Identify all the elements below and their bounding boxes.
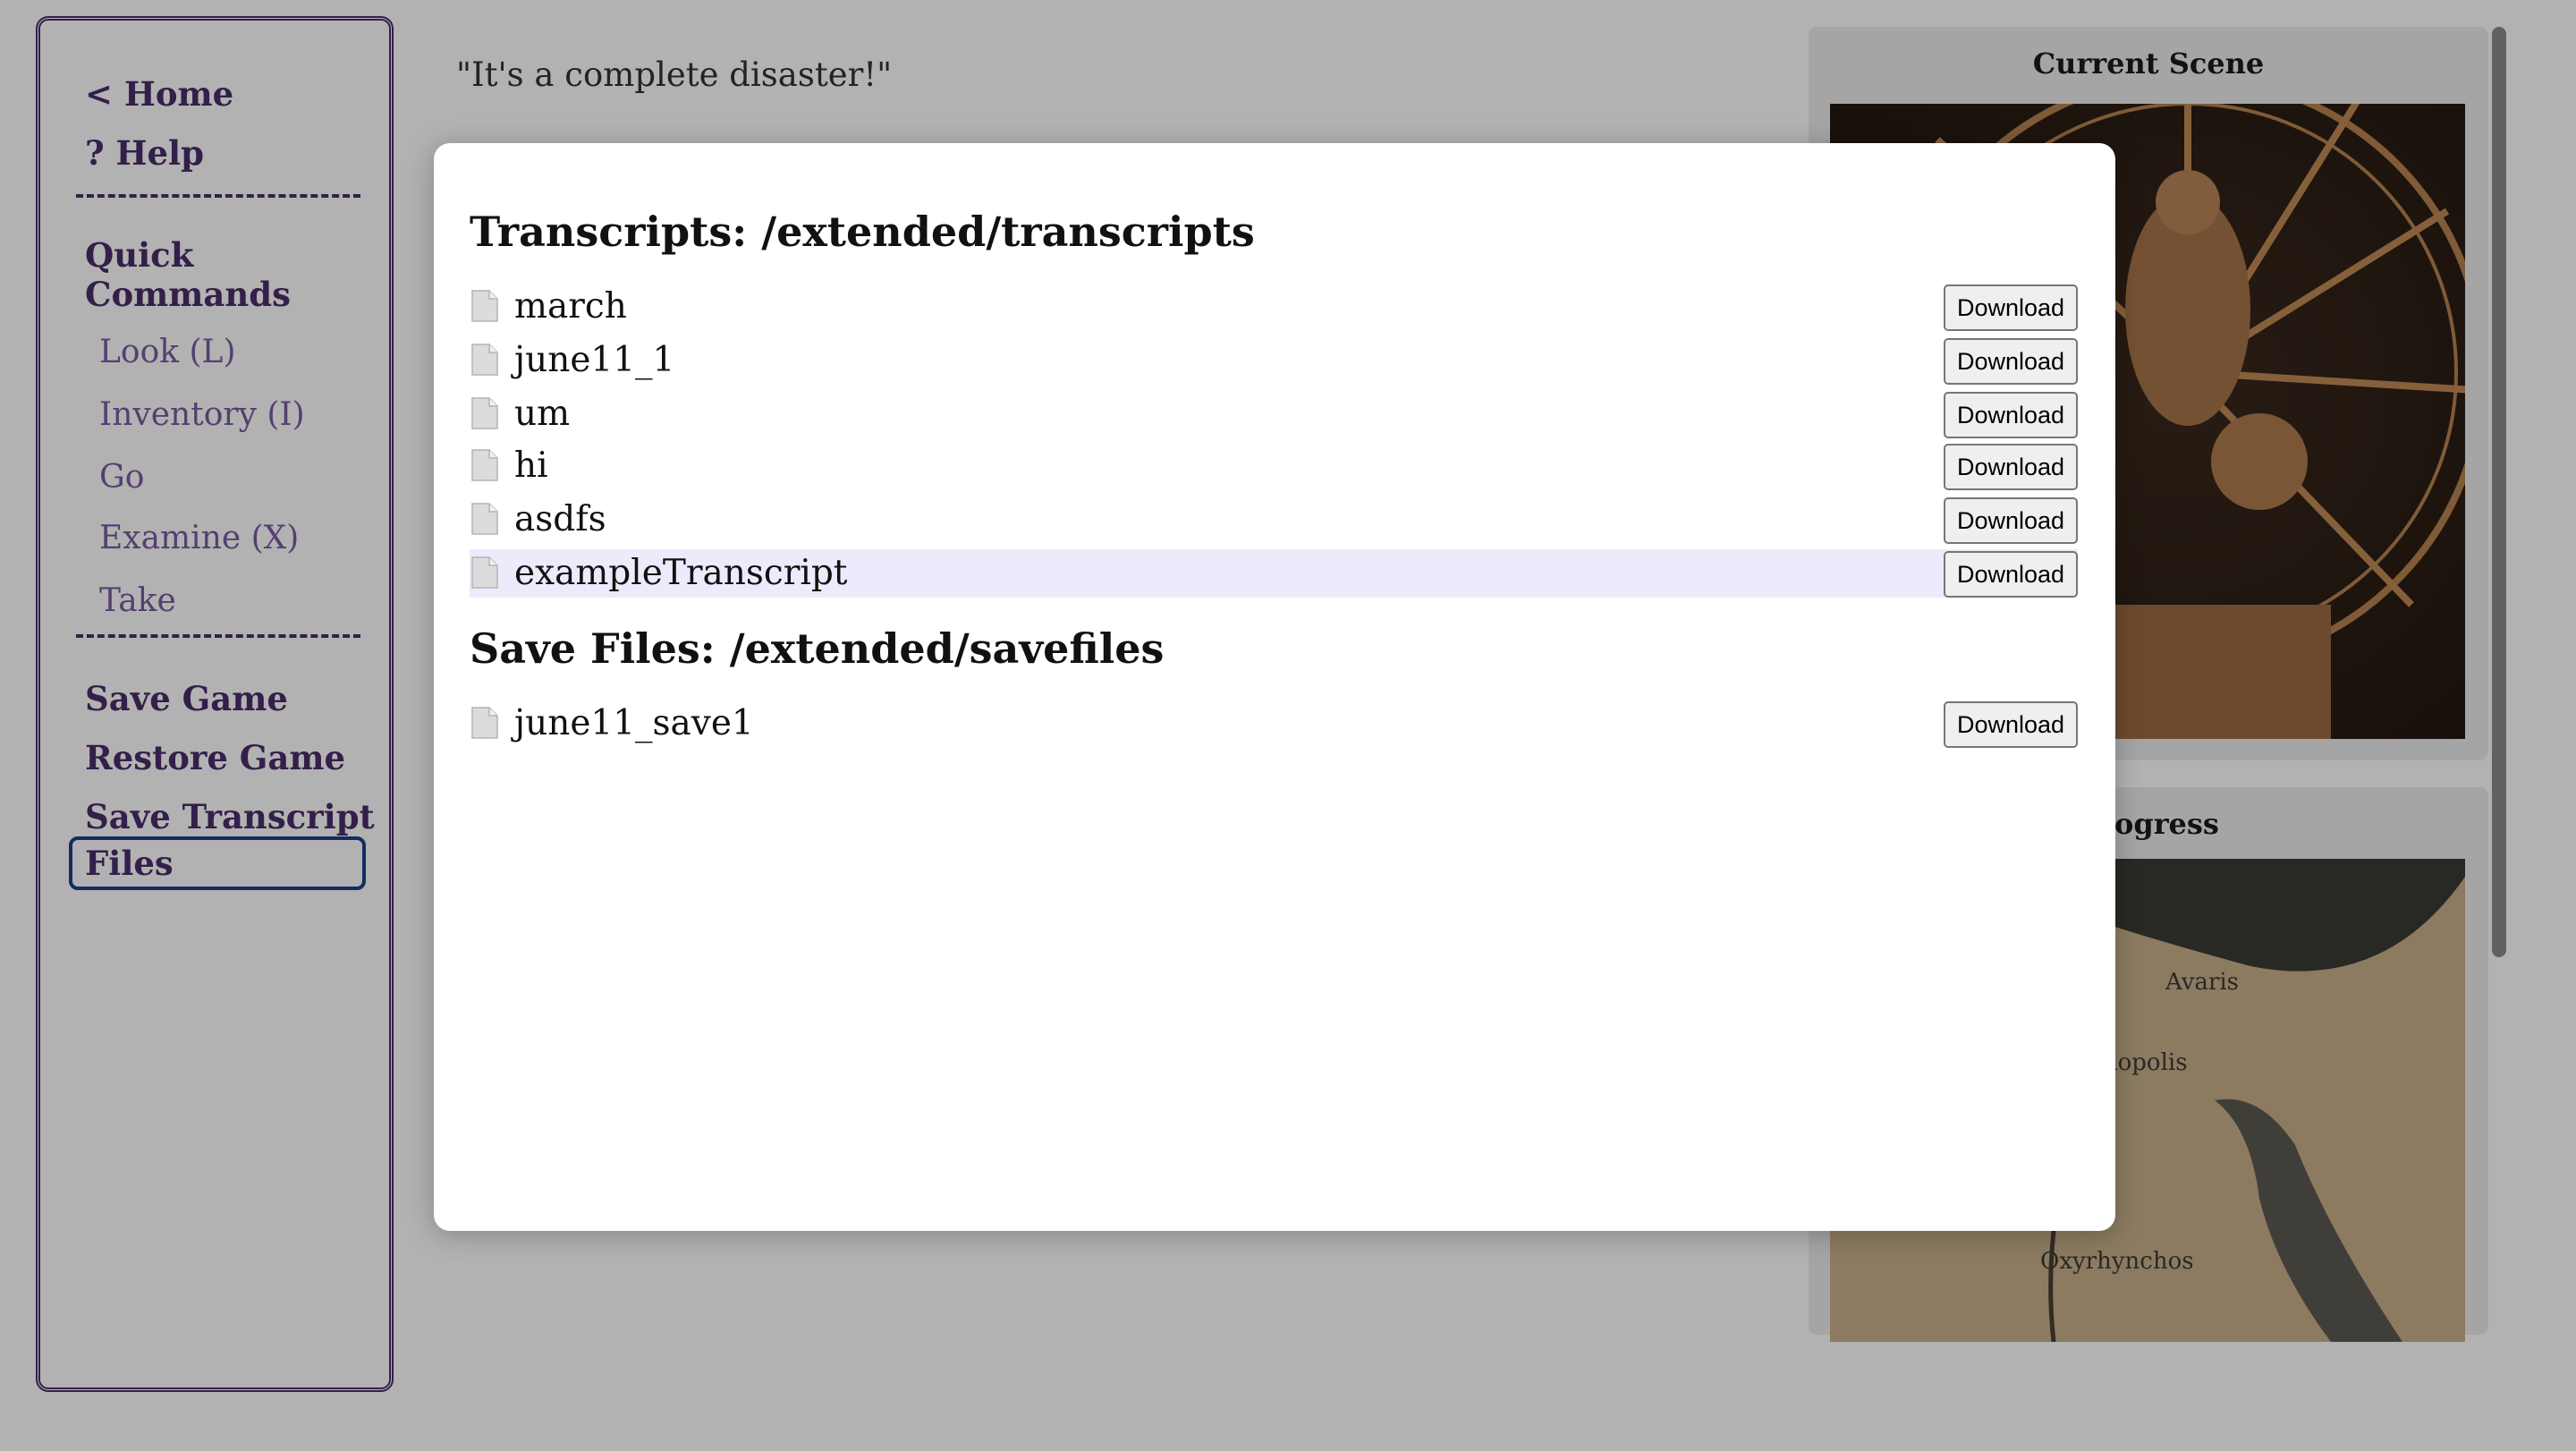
savefiles-heading: Save Files: /extended/savefiles [470,624,1165,673]
transcripts-heading: Transcripts: /extended/transcripts [470,208,1255,256]
file-icon [471,290,498,322]
transcript-row: march Download [470,283,2078,331]
file-icon [471,397,498,429]
file-icon [471,344,498,376]
download-button[interactable]: Download [1944,284,2078,331]
download-button[interactable]: Download [1944,444,2078,490]
transcript-name[interactable]: um [514,394,570,434]
transcript-name[interactable]: asdfs [514,499,606,539]
transcript-row: um Download [470,390,2078,438]
transcript-row-hovered: exampleTranscript Download [470,549,2078,598]
files-modal: Transcripts: /extended/transcripts march… [434,143,2115,1231]
file-icon [471,503,498,535]
file-icon [471,556,498,589]
download-button[interactable]: Download [1944,701,2078,748]
transcript-name[interactable]: hi [514,445,548,486]
transcript-row: hi Download [470,442,2078,490]
transcript-row: asdfs Download [470,496,2078,544]
transcript-name[interactable]: march [514,286,627,327]
transcript-name[interactable]: exampleTranscript [514,553,847,593]
download-button[interactable]: Download [1944,551,2078,598]
file-icon [471,449,498,481]
transcript-name[interactable]: june11_1 [514,340,674,380]
savefile-row: june11_save1 Download [470,700,2078,748]
savefile-name[interactable]: june11_save1 [514,703,754,743]
transcript-row: june11_1 Download [470,336,2078,385]
file-icon [471,707,498,739]
download-button[interactable]: Download [1944,497,2078,544]
download-button[interactable]: Download [1944,392,2078,438]
download-button[interactable]: Download [1944,338,2078,385]
